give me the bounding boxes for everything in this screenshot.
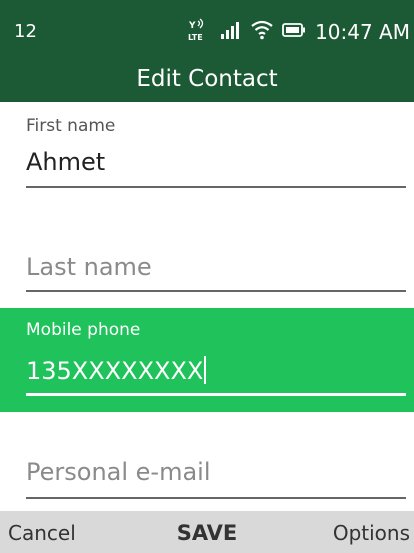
svg-text:Y: Y bbox=[188, 21, 196, 31]
options-button[interactable]: Options bbox=[333, 511, 410, 553]
mobile-phone-label: Mobile phone bbox=[26, 320, 141, 340]
first-name-field[interactable]: First name Ahmet bbox=[0, 102, 414, 202]
status-bar: 12 Y LTE 10:47 AM bbox=[0, 0, 414, 60]
mobile-phone-value-wrap[interactable]: 135XXXXXXXX bbox=[26, 356, 207, 385]
first-name-underline bbox=[26, 186, 406, 188]
mobile-phone-underline bbox=[26, 393, 406, 396]
notification-count: 12 bbox=[14, 21, 37, 42]
personal-email-placeholder: Personal e-mail bbox=[26, 458, 211, 486]
lte-label: LTE bbox=[188, 33, 203, 42]
softkey-bar: SAVE Cancel Options bbox=[0, 511, 414, 553]
first-name-value: Ahmet bbox=[26, 148, 106, 176]
last-name-field[interactable]: Last name bbox=[0, 202, 414, 308]
text-cursor bbox=[204, 356, 207, 384]
mobile-phone-value: 135XXXXXXXX bbox=[26, 357, 204, 385]
battery-icon bbox=[282, 22, 306, 42]
wifi-icon bbox=[251, 20, 273, 44]
clock: 10:47 AM bbox=[315, 20, 410, 44]
status-icons: Y LTE 10:47 AM bbox=[187, 18, 410, 46]
signal-icon bbox=[220, 20, 242, 44]
mobile-phone-field[interactable]: Mobile phone 135XXXXXXXX bbox=[0, 308, 414, 412]
screen: 12 Y LTE 10:47 AM Edit Contact First nam… bbox=[0, 0, 414, 553]
personal-email-underline bbox=[26, 497, 406, 499]
personal-email-field[interactable]: Personal e-mail bbox=[0, 412, 414, 511]
cancel-button[interactable]: Cancel bbox=[8, 511, 76, 553]
volte-lte-icon: Y LTE bbox=[187, 18, 211, 46]
last-name-placeholder: Last name bbox=[26, 253, 152, 281]
last-name-underline bbox=[26, 290, 406, 292]
first-name-label: First name bbox=[26, 116, 116, 136]
page-title: Edit Contact bbox=[0, 60, 414, 102]
